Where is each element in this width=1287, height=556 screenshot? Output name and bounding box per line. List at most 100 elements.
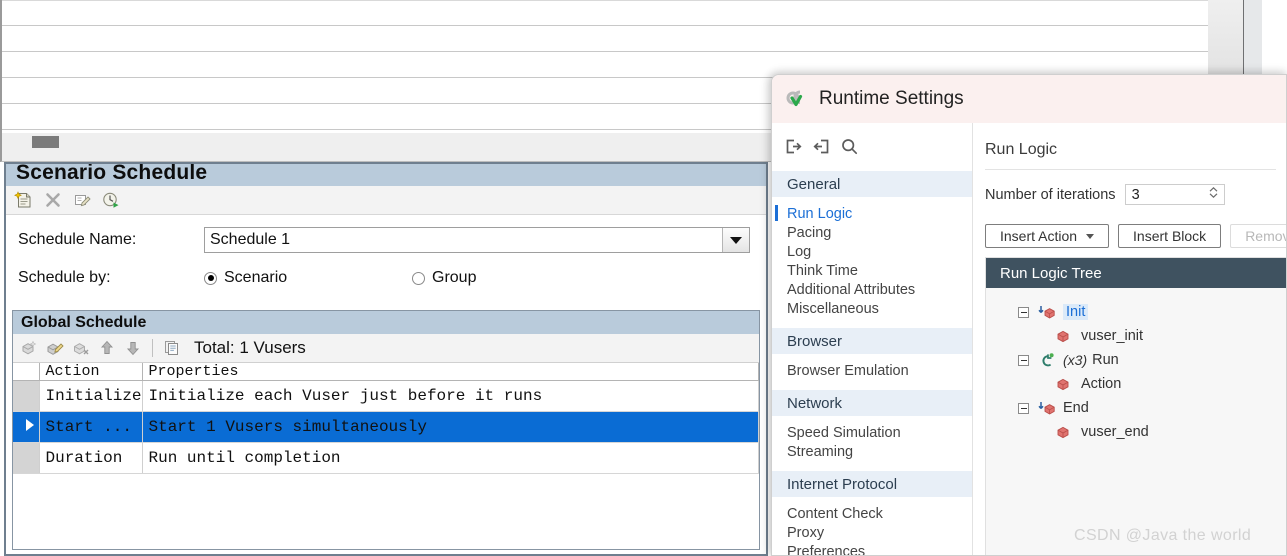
collapse-toggle-icon[interactable] <box>1018 402 1029 414</box>
schedule-name-input[interactable]: Schedule 1 <box>204 227 750 253</box>
loadrunner-logo-icon <box>783 87 809 111</box>
scenario-schedule-title: Scenario Schedule <box>6 164 766 186</box>
collapse-all-icon[interactable] <box>812 137 831 156</box>
runtime-settings-body: General Run Logic Pacing Log Think Time … <box>772 123 1286 556</box>
schedule-by-label: Schedule by: <box>18 269 111 286</box>
sidebar-group-label: Internet Protocol <box>787 475 898 493</box>
run-schedule-icon[interactable] <box>101 190 121 210</box>
sidebar-item-label: Additional Attributes <box>787 281 916 298</box>
insert-block-label: Insert Block <box>1133 228 1207 244</box>
iterations-value: 3 <box>1131 186 1140 203</box>
insert-block-button[interactable]: Insert Block <box>1118 224 1222 248</box>
tree-node-label: vuser_init <box>1081 328 1144 344</box>
delete-schedule-icon[interactable] <box>43 190 63 210</box>
copy-icon[interactable] <box>162 338 182 358</box>
tree-node-label: End <box>1063 400 1089 416</box>
tree-node-vuser-end[interactable]: vuser_end <box>986 420 1286 444</box>
global-schedule-panel: Global Schedule Total: 1 Vusers Action P… <box>12 310 760 550</box>
sidebar-item-speed-simulation[interactable]: Speed Simulation <box>772 423 972 442</box>
background-grid-row <box>2 0 1208 26</box>
sidebar-item-preferences[interactable]: Preferences <box>772 542 972 556</box>
tree-node-vuser-init[interactable]: vuser_init <box>986 324 1286 348</box>
table-row[interactable]: Duration Run until completion <box>13 442 759 474</box>
move-up-icon[interactable] <box>97 338 117 358</box>
sidebar-item-label: Think Time <box>787 262 858 279</box>
iterations-input[interactable]: 3 <box>1124 184 1225 205</box>
new-schedule-icon[interactable] <box>14 190 34 210</box>
radio-scenario-label: Scenario <box>224 269 288 286</box>
schedule-by-row: Schedule by: Scenario Group <box>6 259 766 297</box>
end-block-icon <box>1038 400 1057 417</box>
table-row[interactable]: Start ... Start 1 Vusers simultaneously <box>13 411 759 443</box>
global-schedule-title: Global Schedule <box>13 311 759 334</box>
row-marker <box>13 411 40 443</box>
chevron-down-icon[interactable] <box>722 228 749 252</box>
sidebar-item-label: Log <box>787 243 812 260</box>
row-marker <box>13 442 40 474</box>
sidebar-group-label: Browser <box>787 332 843 350</box>
sidebar-item-proxy[interactable]: Proxy <box>772 523 972 542</box>
runtime-settings-header: Runtime Settings <box>772 75 1286 123</box>
sidebar-item-label: Content Check <box>787 505 883 522</box>
sidebar-item-additional-attributes[interactable]: Additional Attributes <box>772 280 972 299</box>
sidebar-item-miscellaneous[interactable]: Miscellaneous <box>772 299 972 318</box>
schedule-actions-table: Action Properties Initialize Initialize … <box>13 363 759 474</box>
sidebar-item-pacing[interactable]: Pacing <box>772 223 972 242</box>
sidebar-item-label: Proxy <box>787 524 825 541</box>
table-header-row: Action Properties <box>13 363 759 381</box>
sidebar-item-content-check[interactable]: Content Check <box>772 504 972 523</box>
add-action-icon[interactable] <box>19 338 39 358</box>
sidebar-group-general: General <box>772 171 972 197</box>
radio-group[interactable]: Group <box>412 269 476 287</box>
radio-group-label: Group <box>432 269 477 286</box>
row-action: Start ... <box>39 411 143 443</box>
sidebar-item-run-logic[interactable]: Run Logic <box>772 204 972 223</box>
run-loop-icon <box>1038 352 1057 369</box>
edit-schedule-icon[interactable] <box>72 190 92 210</box>
row-properties: Run until completion <box>142 442 759 474</box>
sidebar-group-label: General <box>787 175 841 193</box>
sidebar-item-label: Streaming <box>787 443 854 460</box>
chevron-down-icon <box>1086 233 1095 239</box>
delete-action-icon[interactable] <box>71 338 91 358</box>
edit-action-icon[interactable] <box>45 338 65 358</box>
schedule-name-label: Schedule Name: <box>18 231 137 248</box>
runtime-settings-title: Runtime Settings <box>819 88 964 109</box>
remove-label: Remove <box>1245 228 1286 244</box>
tree-node-end[interactable]: End <box>986 396 1286 420</box>
table-header-marker <box>13 363 40 381</box>
collapse-toggle-icon[interactable] <box>1018 354 1029 366</box>
move-down-icon[interactable] <box>123 338 143 358</box>
action-block-icon <box>1056 376 1075 393</box>
collapse-toggle-icon[interactable] <box>1018 306 1029 318</box>
action-block-icon <box>1056 424 1075 441</box>
sidebar-item-browser-emulation[interactable]: Browser Emulation <box>772 361 972 380</box>
expand-all-icon[interactable] <box>784 137 803 156</box>
init-block-icon <box>1038 304 1057 321</box>
vuser-total-label: Total: 1 Vusers <box>194 338 306 357</box>
runtime-settings-sidebar: General Run Logic Pacing Log Think Time … <box>772 123 973 556</box>
row-action: Duration <box>39 442 143 474</box>
sidebar-item-log[interactable]: Log <box>772 242 972 261</box>
sidebar-item-think-time[interactable]: Think Time <box>772 261 972 280</box>
tree-node-run[interactable]: (x3) Run <box>986 348 1286 372</box>
row-action: Initialize <box>39 380 143 412</box>
insert-action-button[interactable]: Insert Action <box>985 224 1110 248</box>
table-header-properties: Properties <box>142 363 759 381</box>
tree-node-action[interactable]: Action <box>986 372 1286 396</box>
splitter-grip[interactable] <box>32 136 59 148</box>
action-block-icon <box>1056 328 1075 345</box>
table-header-action: Action <box>39 363 143 381</box>
radio-scenario[interactable]: Scenario <box>204 269 412 287</box>
sidebar-item-streaming[interactable]: Streaming <box>772 442 972 461</box>
search-icon[interactable] <box>840 137 859 156</box>
sidebar-item-label: Speed Simulation <box>787 424 901 441</box>
sidebar-group-internet-protocol: Internet Protocol <box>772 471 972 497</box>
insert-action-label: Insert Action <box>1000 228 1078 244</box>
row-marker <box>13 380 40 412</box>
remove-button[interactable]: Remove <box>1230 224 1286 248</box>
stepper-icon[interactable] <box>1208 185 1219 205</box>
table-row[interactable]: Initialize Initialize each Vuser just be… <box>13 380 759 412</box>
run-logic-tree-body: Init vuser_init (x3) Run Action End vuse… <box>986 288 1286 444</box>
tree-node-init[interactable]: Init <box>986 300 1286 324</box>
